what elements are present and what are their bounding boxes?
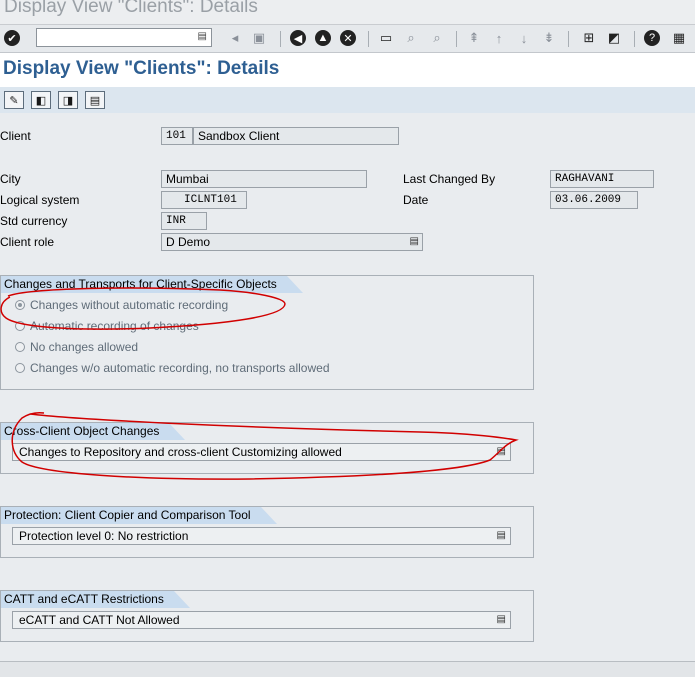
changes-transports-group: Changes and Transports for Client-Specif… xyxy=(0,275,534,390)
shortcut-icon[interactable]: ◩ xyxy=(605,29,623,47)
toolbar-separator xyxy=(456,31,457,47)
last-page-icon[interactable]: ⇟ xyxy=(540,29,558,47)
protection-select[interactable]: Protection level 0: No restriction ▤ xyxy=(12,527,511,545)
cross-client-value: Changes to Repository and cross-client C… xyxy=(19,445,342,459)
window-titlebar: Display View "Clients": Details xyxy=(0,0,695,25)
client-role-select[interactable]: D Demo ▤ xyxy=(161,233,423,251)
standard-toolbar: ✔ ▤ ◂ ▣ ◀ ▲ ✕ ▭ ⌕ ⌕ ⇞ ↑ ↓ ⇟ ⊞ ◩ ? ▦ xyxy=(0,25,695,53)
cross-client-select[interactable]: Changes to Repository and cross-client C… xyxy=(12,443,511,461)
back-arrow-icon[interactable]: ◂ xyxy=(226,29,244,47)
layout-menu-icon[interactable]: ▦ xyxy=(670,29,688,47)
last-changed-by-field[interactable]: RAGHAVANI xyxy=(550,170,654,188)
toolbar-separator xyxy=(568,31,569,47)
catt-select[interactable]: eCATT and CATT Not Allowed ▤ xyxy=(12,611,511,629)
client-role-dropdown-icon[interactable]: ▤ xyxy=(410,236,419,247)
radio-label: Changes w/o automatic recording, no tran… xyxy=(30,361,330,375)
previous-page-icon[interactable]: ↑ xyxy=(490,29,508,47)
command-field[interactable]: ▤ xyxy=(36,28,212,47)
toolbar-separator xyxy=(634,31,635,47)
application-toolbar: ✎ ◧ ◨ ▤ xyxy=(0,87,695,113)
cross-client-title: Cross-Client Object Changes xyxy=(1,423,186,440)
first-page-icon[interactable]: ⇞ xyxy=(465,29,483,47)
screen-header: Display View "Clients": Details xyxy=(0,53,695,87)
cross-client-dropdown-icon[interactable]: ▤ xyxy=(497,446,506,457)
radio-selected-icon xyxy=(15,300,25,310)
radio-label: No changes allowed xyxy=(30,340,139,354)
radio-label: Automatic recording of changes xyxy=(30,319,199,333)
display-change-icon[interactable]: ✎ xyxy=(4,91,24,109)
catt-title: CATT and eCATT Restrictions xyxy=(1,591,190,608)
protection-group: Protection: Client Copier and Comparison… xyxy=(0,506,534,558)
page-title: Display View "Clients": Details xyxy=(3,58,280,79)
radio-no-changes[interactable]: No changes allowed xyxy=(15,340,138,354)
radio-label: Changes without automatic recording xyxy=(30,298,229,312)
next-entry-icon[interactable]: ◨ xyxy=(58,91,78,109)
radio-no-transports[interactable]: Changes w/o automatic recording, no tran… xyxy=(15,361,330,375)
help-icon[interactable]: ? xyxy=(644,30,660,46)
find-next-icon[interactable]: ⌕ xyxy=(428,29,446,47)
client-name-field[interactable]: Sandbox Client xyxy=(193,127,399,145)
toolbar-separator xyxy=(280,31,281,47)
status-bar xyxy=(0,661,695,677)
save-icon[interactable]: ▣ xyxy=(250,29,268,47)
city-field[interactable]: Mumbai xyxy=(161,170,367,188)
exit-icon[interactable]: ▲ xyxy=(315,30,331,46)
std-currency-field[interactable]: INR xyxy=(161,212,207,230)
last-changed-by-label: Last Changed By xyxy=(403,172,496,186)
toolbar-separator xyxy=(368,31,369,47)
client-label: Client xyxy=(0,129,31,143)
radio-unselected-icon xyxy=(15,321,25,331)
enter-icon[interactable]: ✔ xyxy=(4,30,20,46)
radio-unselected-icon xyxy=(15,342,25,352)
protection-dropdown-icon[interactable]: ▤ xyxy=(497,530,506,541)
window-title: Display View "Clients": Details xyxy=(4,0,258,17)
cross-client-group: Cross-Client Object Changes Changes to R… xyxy=(0,422,534,474)
back-icon[interactable]: ◀ xyxy=(290,30,306,46)
catt-group: CATT and eCATT Restrictions eCATT and CA… xyxy=(0,590,534,642)
radio-changes-without-recording[interactable]: Changes without automatic recording xyxy=(15,298,228,312)
protection-title: Protection: Client Copier and Comparison… xyxy=(1,507,277,524)
changes-transports-title: Changes and Transports for Client-Specif… xyxy=(1,276,303,293)
radio-unselected-icon xyxy=(15,363,25,373)
command-dropdown-icon[interactable]: ▤ xyxy=(198,31,207,42)
std-currency-label: Std currency xyxy=(0,214,68,228)
logical-system-label: Logical system xyxy=(0,193,80,207)
client-number-field[interactable]: 101 xyxy=(161,127,193,145)
next-page-icon[interactable]: ↓ xyxy=(515,29,533,47)
variable-list-icon[interactable]: ▤ xyxy=(85,91,105,109)
date-label: Date xyxy=(403,193,429,207)
print-icon[interactable]: ▭ xyxy=(377,29,395,47)
create-session-icon[interactable]: ⊞ xyxy=(580,29,598,47)
client-role-label: Client role xyxy=(0,235,55,249)
catt-dropdown-icon[interactable]: ▤ xyxy=(497,614,506,625)
date-field[interactable]: 03.06.2009 xyxy=(550,191,638,209)
logical-system-field[interactable]: ICLNT101 xyxy=(161,191,247,209)
find-icon[interactable]: ⌕ xyxy=(402,29,420,47)
catt-value: eCATT and CATT Not Allowed xyxy=(19,613,180,627)
previous-entry-icon[interactable]: ◧ xyxy=(31,91,51,109)
cancel-icon[interactable]: ✕ xyxy=(340,30,356,46)
radio-automatic-recording[interactable]: Automatic recording of changes xyxy=(15,319,199,333)
city-label: City xyxy=(0,172,21,186)
client-role-value: D Demo xyxy=(166,235,211,249)
protection-value: Protection level 0: No restriction xyxy=(19,529,189,543)
